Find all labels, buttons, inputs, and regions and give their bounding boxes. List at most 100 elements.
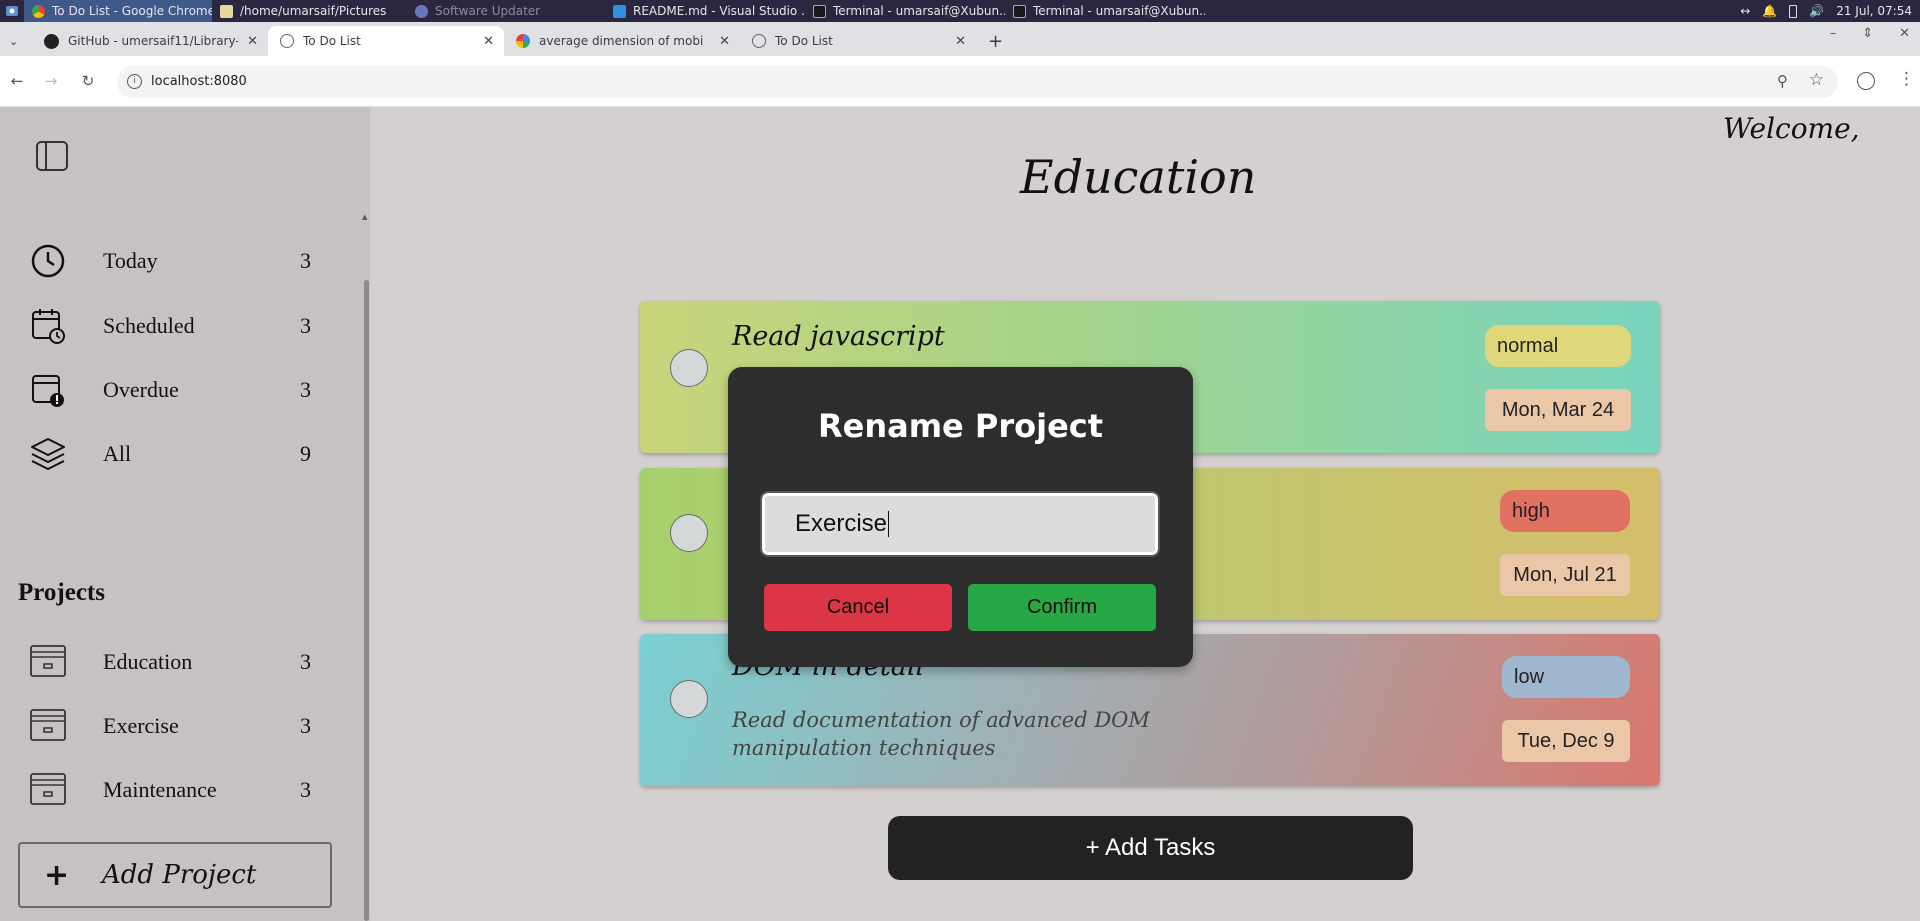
google-icon — [516, 34, 530, 48]
address-bar[interactable]: i localhost:8080 ⚲ ☆ — [117, 66, 1838, 98]
close-window-icon[interactable]: ✕ — [1899, 26, 1910, 41]
welcome-text: Welcome, — [1723, 112, 1860, 145]
arrow-left-icon: ← — [10, 72, 24, 90]
cancel-button[interactable]: Cancel — [764, 584, 952, 631]
task-title: Read javascript — [732, 321, 945, 352]
profile-icon[interactable] — [1857, 72, 1875, 90]
start-menu-button[interactable] — [0, 0, 24, 22]
archive-box-icon — [26, 640, 70, 684]
chrome-icon — [32, 4, 45, 18]
notification-bell-icon[interactable]: 🔔 — [1762, 4, 1777, 18]
sidebar-item-today[interactable]: Today 3 — [26, 235, 326, 287]
taskbar-item-chrome[interactable]: To Do List - Google Chrome — [24, 0, 212, 22]
archive-box-icon — [26, 768, 70, 812]
text-caret — [888, 511, 890, 537]
page-title: Education — [1020, 150, 1257, 204]
bookmark-star-icon[interactable]: ☆ — [1809, 70, 1824, 90]
new-tab-button[interactable]: + — [976, 26, 1012, 56]
chevron-down-icon: ⌄ — [9, 34, 19, 48]
os-taskbar: To Do List - Google Chrome /home/umarsai… — [0, 0, 1920, 22]
layers-icon — [26, 432, 70, 476]
taskbar-item-label: /home/umarsaif/Pictures — [240, 4, 387, 18]
network-icon[interactable]: ↔ — [1740, 4, 1750, 18]
close-icon[interactable]: ✕ — [247, 34, 258, 49]
sidebar-item-label: Overdue — [103, 377, 179, 402]
sidebar-project-education[interactable]: Education 3 — [26, 636, 326, 688]
sidebar-project-maintenance[interactable]: Maintenance 3 — [26, 764, 326, 816]
sidebar-item-overdue[interactable]: Overdue 3 — [26, 364, 326, 416]
maximize-icon[interactable]: ⇕ — [1862, 26, 1873, 41]
arrow-right-icon: → — [44, 72, 58, 90]
url-text[interactable]: localhost:8080 — [151, 74, 247, 89]
tab-github[interactable]: GitHub - umersaif11/Library-A ✕ — [32, 26, 268, 56]
battery-icon[interactable] — [1789, 4, 1798, 18]
priority-badge: low — [1502, 656, 1630, 698]
sidebar-item-count: 3 — [300, 248, 311, 273]
sidebar-item-count: 3 — [300, 313, 311, 338]
tab-list-button[interactable]: ⌄ — [0, 26, 32, 56]
volume-icon[interactable]: 🔊 — [1809, 4, 1824, 18]
sidebar-item-label: Today — [103, 248, 158, 273]
tab-label: To Do List — [775, 34, 833, 48]
taskbar-item-label: Software Updater — [435, 4, 541, 18]
priority-badge: high — [1500, 490, 1630, 532]
sidebar-item-label: All — [103, 441, 132, 466]
project-name-input[interactable]: Exercise — [760, 491, 1160, 557]
taskbar-item-label: Terminal - umarsaif@Xubun... — [833, 4, 1005, 18]
close-icon[interactable]: ✕ — [955, 34, 966, 49]
sidebar-item-count: 3 — [300, 377, 311, 402]
minimize-icon[interactable]: – — [1830, 26, 1837, 41]
rename-project-dialog: Rename Project Exercise Cancel Confirm — [728, 367, 1193, 667]
zoom-icon[interactable]: ⚲ — [1777, 72, 1788, 90]
taskbar-item-label: Terminal - umarsaif@Xubun... — [1033, 4, 1205, 18]
close-icon[interactable]: ✕ — [483, 34, 494, 49]
taskbar-item-terminal-2[interactable]: Terminal - umarsaif@Xubun... — [1005, 0, 1205, 22]
reload-button[interactable]: ↻ — [77, 70, 99, 92]
forward-button[interactable]: → — [40, 70, 62, 92]
tab-google-search[interactable]: average dimension of mobile ✕ — [504, 26, 740, 56]
task-complete-checkbox[interactable] — [670, 349, 708, 387]
taskbar-item-label: README.md - Visual Studio ... — [633, 4, 805, 18]
sidebar-item-label: Scheduled — [103, 313, 195, 338]
terminal-icon — [813, 4, 826, 18]
priority-badge: normal — [1485, 325, 1631, 367]
add-project-button[interactable]: + Add Project — [18, 842, 332, 908]
projects-heading: Projects — [18, 579, 105, 606]
sidebar-project-exercise[interactable]: Exercise 3 — [26, 700, 326, 752]
site-info-icon[interactable]: i — [127, 74, 142, 89]
sidebar-toggle-button[interactable] — [36, 141, 68, 171]
taskbar-item-label: To Do List - Google Chrome — [52, 4, 212, 18]
tab-todo-2[interactable]: To Do List ✕ — [740, 26, 976, 56]
confirm-button[interactable]: Confirm — [968, 584, 1156, 631]
kebab-menu-icon[interactable]: ⋮ — [1898, 69, 1915, 89]
taskbar-item-updater[interactable]: Software Updater — [407, 0, 605, 22]
sidebar-item-scheduled[interactable]: Scheduled 3 — [26, 300, 326, 352]
close-icon[interactable]: ✕ — [719, 34, 730, 49]
task-description: Read documentation of advanced DOM manip… — [732, 708, 1150, 760]
back-button[interactable]: ← — [6, 70, 28, 92]
clock-icon — [26, 239, 70, 283]
scroll-up-arrow-icon[interactable]: ▲ — [362, 213, 367, 221]
browser-tab-strip: ⌄ GitHub - umersaif11/Library-A ✕ To Do … — [0, 22, 1920, 56]
window-controls: – ⇕ ✕ — [1830, 26, 1910, 41]
browser-toolbar: ← → ↻ i localhost:8080 ⚲ ☆ ⋮ — [0, 56, 1920, 107]
task-complete-checkbox[interactable] — [670, 680, 708, 718]
tab-label: GitHub - umersaif11/Library-A — [68, 34, 238, 48]
clock[interactable]: 21 Jul, 07:54 — [1836, 4, 1912, 18]
add-tasks-button[interactable]: + Add Tasks — [888, 816, 1413, 880]
folder-icon — [220, 4, 233, 18]
sidebar-item-all[interactable]: All 9 — [26, 428, 326, 480]
taskbar-item-terminal-1[interactable]: Terminal - umarsaif@Xubun... — [805, 0, 1005, 22]
sidebar-scrollbar-thumb[interactable] — [364, 280, 369, 921]
due-date-badge: Tue, Dec 9 — [1502, 720, 1630, 762]
system-tray: ↔ 🔔 🔊 21 Jul, 07:54 — [1740, 0, 1912, 22]
tab-todo-active[interactable]: To Do List ✕ — [268, 26, 504, 56]
task-complete-checkbox[interactable] — [670, 514, 708, 552]
calendar-alert-icon — [26, 368, 70, 412]
updater-icon — [415, 4, 428, 18]
taskbar-item-vscode[interactable]: README.md - Visual Studio ... — [605, 0, 805, 22]
due-date-badge: Mon, Jul 21 — [1500, 554, 1630, 596]
taskbar-item-files[interactable]: /home/umarsaif/Pictures — [212, 0, 407, 22]
terminal-icon — [1013, 4, 1026, 18]
sidebar-item-label: Maintenance — [103, 777, 217, 802]
